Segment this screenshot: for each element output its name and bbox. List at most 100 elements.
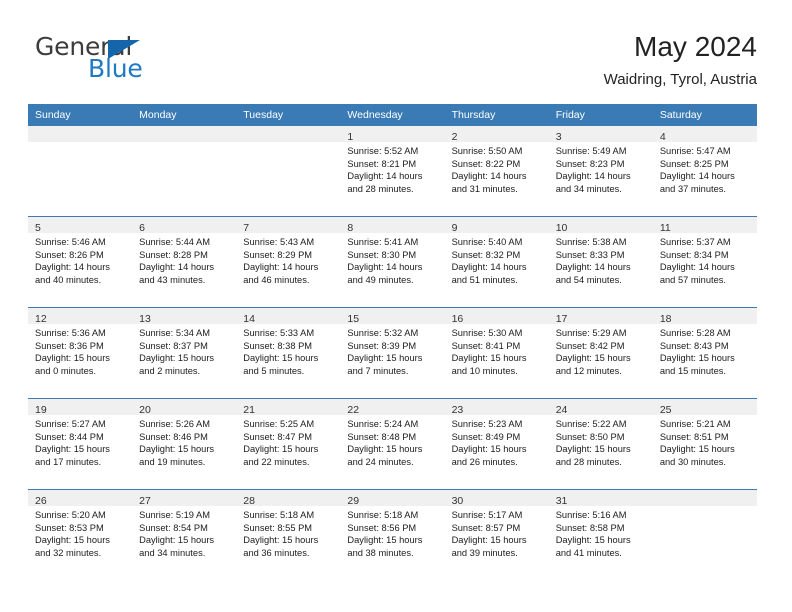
daylight-text-line1: Daylight: 14 hours <box>35 262 110 273</box>
day-number-band: 10 <box>548 217 653 234</box>
sunset-text: Sunset: 8:34 PM <box>659 249 729 260</box>
calendar-day-cell[interactable]: 24 Sunrise: 5:22 AM Sunset: 8:50 PM Dayligh… <box>548 399 653 489</box>
calendar-day-cell[interactable]: 19 Sunrise: 5:27 AM Sunset: 8:44 PM Dayligh… <box>28 399 133 489</box>
sunrise-text: Sunrise: 5:18 AM <box>243 510 315 520</box>
daylight-text-line2: and 57 minutes. <box>659 274 726 285</box>
calendar-day-cell[interactable]: 7 Sunrise: 5:43 AM Sunset: 8:29 PM Daylight… <box>236 217 341 307</box>
day-number-band: 4 <box>652 126 757 143</box>
sunset-text: Sunset: 8:55 PM <box>243 522 313 533</box>
weekday-header-monday: Monday <box>139 109 177 121</box>
daylight-text-line1: Daylight: 15 hours <box>555 535 631 546</box>
day-number: 19 <box>35 404 47 416</box>
daylight-text-line1: Daylight: 15 hours <box>139 535 215 546</box>
day-sun-info: Sunrise: 5:21 AM Sunset: 8:51 PM Daylight:… <box>653 415 757 468</box>
day-number-band: 20 <box>132 399 237 416</box>
calendar-day-cell[interactable]: 14 Sunrise: 5:33 AM Sunset: 8:38 PM Dayligh… <box>236 308 341 398</box>
calendar-day-cell[interactable]: 15 Sunrise: 5:32 AM Sunset: 8:39 PM Dayligh… <box>340 308 445 398</box>
daylight-text-line1: Daylight: 15 hours <box>243 535 319 546</box>
daylight-text-line2: and 46 minutes. <box>243 274 310 285</box>
daylight-text-line2: and 40 minutes. <box>35 274 102 285</box>
sunset-text: Sunset: 8:56 PM <box>347 522 417 533</box>
day-number-band: 5 <box>28 217 133 234</box>
calendar-day-cell[interactable]: 8 Sunrise: 5:41 AM Sunset: 8:30 PM Daylight… <box>340 217 445 307</box>
calendar-day-cell[interactable]: 30 Sunrise: 5:17 AM Sunset: 8:57 PM Dayligh… <box>444 490 549 580</box>
calendar-day-cell[interactable]: 9 Sunrise: 5:40 AM Sunset: 8:32 PM Daylight… <box>444 217 549 307</box>
weekday-header-sunday: Sunday <box>35 109 71 121</box>
sunset-text: Sunset: 8:57 PM <box>451 522 521 533</box>
page-header: General Blue May 2024 Waidring, Tyrol, A… <box>0 0 792 100</box>
calendar-day-cell[interactable]: 22 Sunrise: 5:24 AM Sunset: 8:48 PM Dayligh… <box>340 399 445 489</box>
day-sun-info: Sunrise: 5:16 AM Sunset: 8:58 PM Daylight:… <box>549 506 653 559</box>
title-block: May 2024 Waidring, Tyrol, Austria <box>604 30 757 90</box>
daylight-text-line1: Daylight: 14 hours <box>451 262 527 273</box>
calendar-day-cell[interactable]: 16 Sunrise: 5:30 AM Sunset: 8:41 PM Dayligh… <box>444 308 549 398</box>
sunset-text: Sunset: 8:42 PM <box>555 340 625 351</box>
calendar-day-cell[interactable]: 26 Sunrise: 5:20 AM Sunset: 8:53 PM Dayligh… <box>28 490 133 580</box>
calendar-day-cell[interactable]: 21 Sunrise: 5:25 AM Sunset: 8:47 PM Dayligh… <box>236 399 341 489</box>
sunrise-text: Sunrise: 5:30 AM <box>451 328 523 338</box>
calendar-day-cell[interactable]: 25 Sunrise: 5:21 AM Sunset: 8:51 PM Dayligh… <box>652 399 757 489</box>
calendar-day-cell[interactable]: 20 Sunrise: 5:26 AM Sunset: 8:46 PM Dayligh… <box>132 399 237 489</box>
calendar-day-cell[interactable]: 29 Sunrise: 5:18 AM Sunset: 8:56 PM Dayligh… <box>340 490 445 580</box>
daylight-text-line2: and 28 minutes. <box>555 456 622 467</box>
day-sun-info: Sunrise: 5:24 AM Sunset: 8:48 PM Daylight:… <box>340 415 444 468</box>
day-number-band: 27 <box>132 490 237 507</box>
sunrise-text: Sunrise: 5:29 AM <box>555 328 627 338</box>
daylight-text-line2: and 26 minutes. <box>451 456 518 467</box>
calendar-day-cell[interactable]: 6 Sunrise: 5:44 AM Sunset: 8:28 PM Daylight… <box>132 217 237 307</box>
daylight-text-line2: and 54 minutes. <box>555 274 622 285</box>
calendar-week-row: 26 Sunrise: 5:20 AM Sunset: 8:53 PM Dayligh… <box>28 489 757 580</box>
day-sun-info: Sunrise: 5:40 AM Sunset: 8:32 PM Daylight:… <box>445 233 549 286</box>
calendar-day-cell[interactable]: 2 Sunrise: 5:50 AM Sunset: 8:22 PM Daylight… <box>444 126 549 216</box>
calendar-day-cell[interactable]: 3 Sunrise: 5:49 AM Sunset: 8:23 PM Daylight… <box>548 126 653 216</box>
sunset-text: Sunset: 8:33 PM <box>555 249 625 260</box>
day-number-band: 30 <box>444 490 549 507</box>
day-sun-info: Sunrise: 5:33 AM Sunset: 8:38 PM Daylight:… <box>236 324 340 377</box>
daylight-text-line2: and 2 minutes. <box>139 365 201 376</box>
calendar-day-cell[interactable]: 17 Sunrise: 5:29 AM Sunset: 8:42 PM Dayligh… <box>548 308 653 398</box>
day-number-band: 12 <box>28 308 133 325</box>
calendar-day-cell[interactable]: 1 Sunrise: 5:52 AM Sunset: 8:21 PM Daylight… <box>340 126 445 216</box>
day-sun-info: Sunrise: 5:19 AM Sunset: 8:54 PM Daylight:… <box>132 506 236 559</box>
daylight-text-line2: and 51 minutes. <box>451 274 518 285</box>
day-sun-info: Sunrise: 5:26 AM Sunset: 8:46 PM Daylight:… <box>132 415 236 468</box>
calendar-weeks: 1 Sunrise: 5:52 AM Sunset: 8:21 PM Daylight… <box>28 126 757 580</box>
page-title: May 2024 <box>634 31 757 62</box>
day-sun-info: Sunrise: 5:38 AM Sunset: 8:33 PM Daylight:… <box>549 233 653 286</box>
sunrise-text: Sunrise: 5:37 AM <box>659 237 731 247</box>
daylight-text-line1: Daylight: 15 hours <box>555 444 631 455</box>
sunset-text: Sunset: 8:29 PM <box>243 249 313 260</box>
daylight-text-line2: and 34 minutes. <box>555 183 622 194</box>
calendar-day-cell[interactable]: 28 Sunrise: 5:18 AM Sunset: 8:55 PM Dayligh… <box>236 490 341 580</box>
calendar-day-cell[interactable]: 31 Sunrise: 5:16 AM Sunset: 8:58 PM Dayligh… <box>548 490 653 580</box>
calendar-day-cell-empty <box>132 126 237 216</box>
daylight-text-line2: and 34 minutes. <box>139 547 206 558</box>
calendar-day-cell[interactable]: 27 Sunrise: 5:19 AM Sunset: 8:54 PM Dayligh… <box>132 490 237 580</box>
day-number-band <box>236 126 341 142</box>
day-number: 29 <box>347 495 360 507</box>
day-sun-info: Sunrise: 5:29 AM Sunset: 8:42 PM Daylight:… <box>549 324 653 377</box>
calendar-day-cell[interactable]: 10 Sunrise: 5:38 AM Sunset: 8:33 PM Dayligh… <box>548 217 653 307</box>
day-number: 11 <box>659 222 671 234</box>
day-sun-info: Sunrise: 5:28 AM Sunset: 8:43 PM Daylight:… <box>653 324 757 377</box>
daylight-text-line1: Daylight: 15 hours <box>35 353 110 364</box>
calendar-day-cell[interactable]: 23 Sunrise: 5:23 AM Sunset: 8:49 PM Dayligh… <box>444 399 549 489</box>
calendar-day-cell[interactable]: 13 Sunrise: 5:34 AM Sunset: 8:37 PM Dayligh… <box>132 308 237 398</box>
calendar-day-cell[interactable]: 12 Sunrise: 5:36 AM Sunset: 8:36 PM Dayligh… <box>28 308 133 398</box>
day-number-band: 15 <box>340 308 445 325</box>
daylight-text-line2: and 19 minutes. <box>139 456 206 467</box>
sunrise-text: Sunrise: 5:17 AM <box>451 510 523 520</box>
day-number-band: 18 <box>652 308 757 325</box>
daylight-text-line1: Daylight: 15 hours <box>35 444 110 455</box>
day-sun-info: Sunrise: 5:47 AM Sunset: 8:25 PM Daylight:… <box>653 142 757 195</box>
sunset-text: Sunset: 8:50 PM <box>555 431 625 442</box>
calendar-day-cell[interactable]: 18 Sunrise: 5:28 AM Sunset: 8:43 PM Dayligh… <box>652 308 757 398</box>
calendar-day-cell-empty <box>652 490 757 580</box>
calendar-day-cell[interactable]: 4 Sunrise: 5:47 AM Sunset: 8:25 PM Daylight… <box>652 126 757 216</box>
day-number: 20 <box>139 404 151 416</box>
sunset-text: Sunset: 8:38 PM <box>243 340 313 351</box>
daylight-text-line2: and 38 minutes. <box>347 547 414 558</box>
calendar-day-cell[interactable]: 11 Sunrise: 5:37 AM Sunset: 8:34 PM Dayligh… <box>652 217 757 307</box>
calendar-day-cell[interactable]: 5 Sunrise: 5:46 AM Sunset: 8:26 PM Daylight… <box>28 217 133 307</box>
sunset-text: Sunset: 8:43 PM <box>659 340 729 351</box>
